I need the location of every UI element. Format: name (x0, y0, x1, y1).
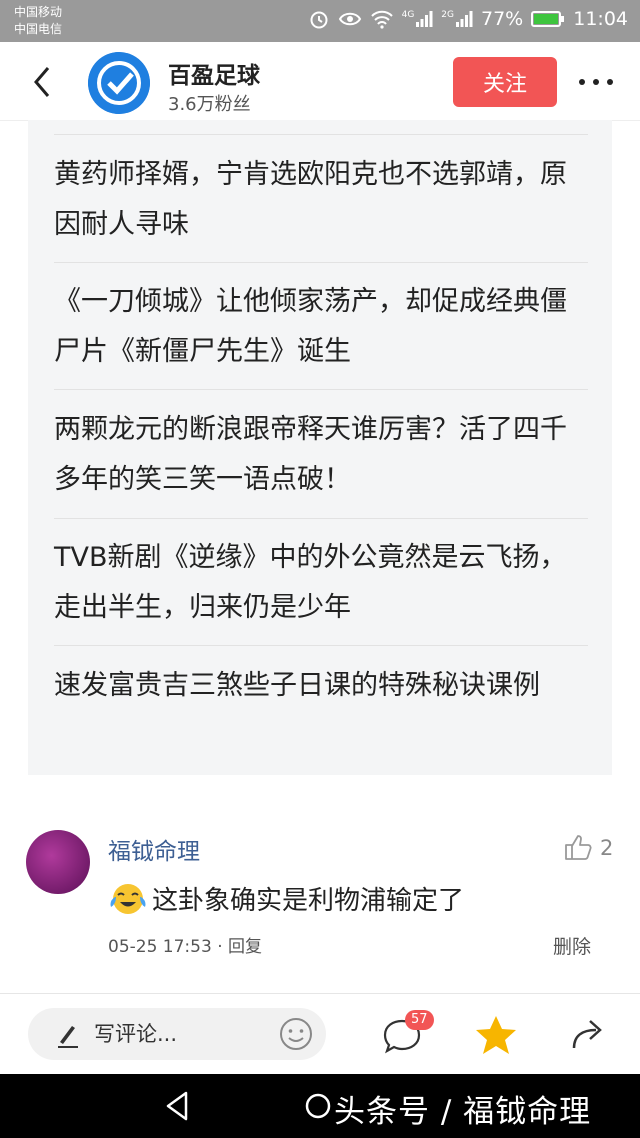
signal-1-label: 4G (401, 10, 415, 20)
thumbs-up-icon[interactable] (563, 832, 593, 862)
like-count: 2 (600, 836, 614, 860)
star-icon[interactable] (474, 1014, 518, 1056)
comment-count-badge: 57 (405, 1010, 434, 1030)
crying-laughing-emoji-icon (110, 883, 146, 914)
signal-bars-icon (416, 11, 433, 27)
eye-icon (338, 12, 361, 26)
fan-count: 3.6万粉丝 (168, 94, 251, 115)
watermark: 头条号 / 福钺命理 (334, 1094, 592, 1130)
share-icon[interactable] (570, 1016, 610, 1052)
nav-home-icon[interactable] (305, 1093, 331, 1119)
carrier-labels: 中国移动 中国电信 (14, 4, 62, 38)
avatar[interactable] (26, 830, 90, 894)
article-link[interactable]: 《一刀倾城》让他倾家荡产，却促成经典僵尸片《新僵尸先生》诞生 (54, 277, 588, 377)
divider (54, 518, 588, 519)
comment-body: 这卦象确实是利物浦输定了 (108, 880, 464, 917)
more-icon[interactable] (576, 70, 616, 94)
article-link[interactable]: 两颗龙元的断浪跟帝释天谁厉害？活了四千多年的笑三笑一语点破！ (54, 405, 588, 505)
related-articles-card: 黄药师择婿，宁肯选欧阳克也不选郭靖，原因耐人寻味 《一刀倾城》让他倾家荡产，却促… (28, 120, 612, 775)
comment-username[interactable]: 福钺命理 (108, 832, 200, 866)
article-link[interactable]: 速发富贵吉三煞些子日课的特殊秘诀课例 (54, 661, 588, 711)
nav-back-icon[interactable] (162, 1090, 192, 1122)
pen-icon (58, 1026, 78, 1048)
divider (54, 134, 588, 135)
comment-meta[interactable]: 05-25 17:53 · 回复 (108, 932, 262, 957)
comment-placeholder[interactable]: 写评论... (94, 1018, 177, 1048)
status-icons: 4G 2G 77% 11:04 (308, 8, 628, 30)
alarm-icon (310, 11, 328, 29)
back-icon[interactable] (28, 64, 58, 100)
delete-button[interactable]: 删除 (553, 932, 591, 959)
article-link[interactable]: 黄药师择婿，宁肯选欧阳克也不选郭靖，原因耐人寻味 (54, 150, 588, 250)
divider (54, 262, 588, 263)
wifi-icon (370, 10, 393, 29)
comment-text: 这卦象确实是利物浦输定了 (152, 886, 465, 916)
account-name[interactable]: 百盈足球 (168, 56, 260, 90)
battery-icon (531, 11, 565, 27)
signal-2: 2G (441, 10, 473, 28)
divider (54, 645, 588, 646)
account-logo[interactable] (88, 52, 150, 114)
carrier-1: 中国移动 (14, 5, 63, 19)
clock: 11:04 (573, 8, 628, 30)
app-header: 百盈足球 3.6万粉丝 关注 (0, 42, 640, 121)
signal-bars-icon (456, 11, 473, 27)
follow-button[interactable]: 关注 (453, 57, 557, 107)
divider (54, 389, 588, 390)
emoji-icon[interactable] (278, 1016, 314, 1052)
article-link[interactable]: TVB新剧《逆缘》中的外公竟然是云飞扬，走出半生，归来仍是少年 (54, 533, 588, 633)
signal-2-label: 2G (441, 10, 454, 20)
signal-1: 4G (402, 10, 434, 28)
carrier-2: 中国电信 (14, 22, 63, 36)
status-bar: 中国移动 中国电信 4G 2G 77% 11:04 (0, 0, 640, 42)
battery-percent: 77% (481, 8, 524, 30)
